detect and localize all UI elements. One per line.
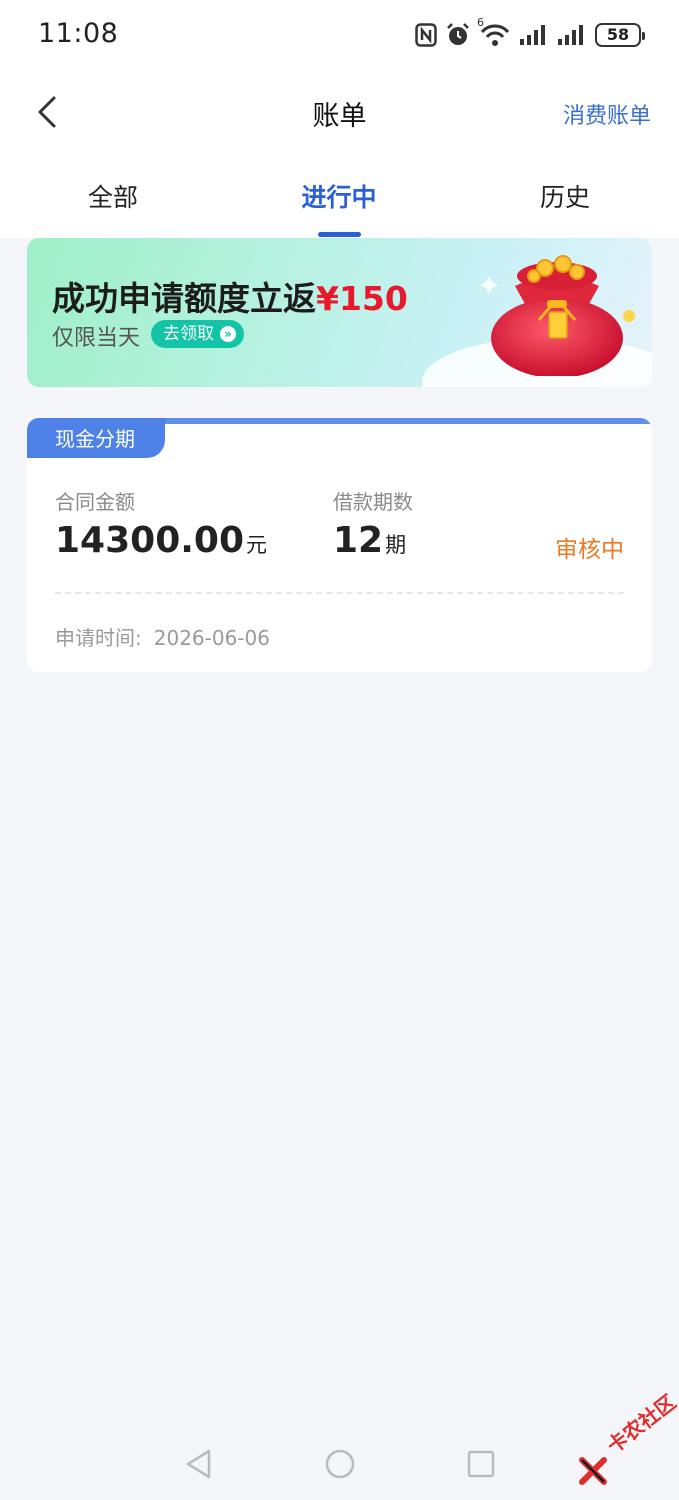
red-money-bag-icon <box>480 255 635 376</box>
battery-icon: 58 <box>595 23 645 47</box>
recents-square-icon[interactable] <box>466 1448 496 1480</box>
status-bar: 11:08 6 58 <box>0 0 679 70</box>
alarm-icon <box>445 22 471 48</box>
nav-bar: 账单 消费账单 <box>0 72 679 152</box>
claim-button-label: 去领取 <box>163 324 214 344</box>
watermark-logo: 卡农社区 <box>578 1390 679 1494</box>
apply-time-label: 申请时间: <box>55 626 142 650</box>
contract-amount-label: 合同金额 <box>55 490 135 514</box>
nfc-icon <box>415 23 437 47</box>
battery-level: 58 <box>606 25 630 44</box>
wifi-badge: 6 <box>477 16 484 29</box>
watermark-x-icon <box>579 1457 607 1485</box>
home-circle-icon[interactable] <box>324 1448 356 1480</box>
loan-periods-value: 12期 <box>333 520 406 561</box>
loan-periods-number: 12 <box>333 520 384 561</box>
status-badge: 审核中 <box>555 537 624 563</box>
status-icons: 6 58 <box>415 16 645 52</box>
watermark-text: 卡农社区 <box>602 1389 679 1459</box>
double-chevron-right-icon: » <box>220 326 236 342</box>
apply-time: 申请时间: 2026-06-06 <box>55 622 270 651</box>
apply-time-value: 2026-06-06 <box>153 626 270 650</box>
contract-amount-unit: 元 <box>246 533 268 557</box>
active-tab-indicator <box>318 232 361 237</box>
tab-all[interactable]: 全部 <box>0 178 226 214</box>
tab-bar: 全部 进行中 历史 <box>0 160 679 238</box>
loan-periods-unit: 期 <box>385 533 407 557</box>
loan-type-tag: 现金分期 <box>27 418 165 458</box>
banner-subtitle: 仅限当天 <box>52 326 141 351</box>
tab-in-progress[interactable]: 进行中 <box>226 178 452 214</box>
banner-title-text: 成功申请额度立返 <box>52 279 316 318</box>
wifi-icon: 6 <box>477 16 511 48</box>
status-time: 11:08 <box>38 18 119 49</box>
banner-title: 成功申请额度立返¥150 <box>52 272 408 320</box>
contract-amount-value: 14300.00元 <box>55 520 267 561</box>
loan-card[interactable]: 现金分期 合同金额 14300.00元 借款期数 12期 审核中 申请时间: 20… <box>27 418 652 672</box>
back-triangle-icon[interactable] <box>184 1448 214 1480</box>
promo-banner[interactable]: 成功申请额度立返¥150 仅限当天 去领取 » <box>27 238 652 387</box>
signal-icon <box>557 24 587 46</box>
signal-icon <box>519 24 549 46</box>
tab-history[interactable]: 历史 <box>452 178 678 214</box>
claim-button[interactable]: 去领取 » <box>151 320 244 348</box>
banner-amount: ¥150 <box>316 279 408 318</box>
card-divider <box>55 592 624 594</box>
loan-periods-label: 借款期数 <box>333 490 413 514</box>
contract-amount-number: 14300.00 <box>55 520 245 561</box>
consumption-bill-link[interactable]: 消费账单 <box>563 98 651 130</box>
